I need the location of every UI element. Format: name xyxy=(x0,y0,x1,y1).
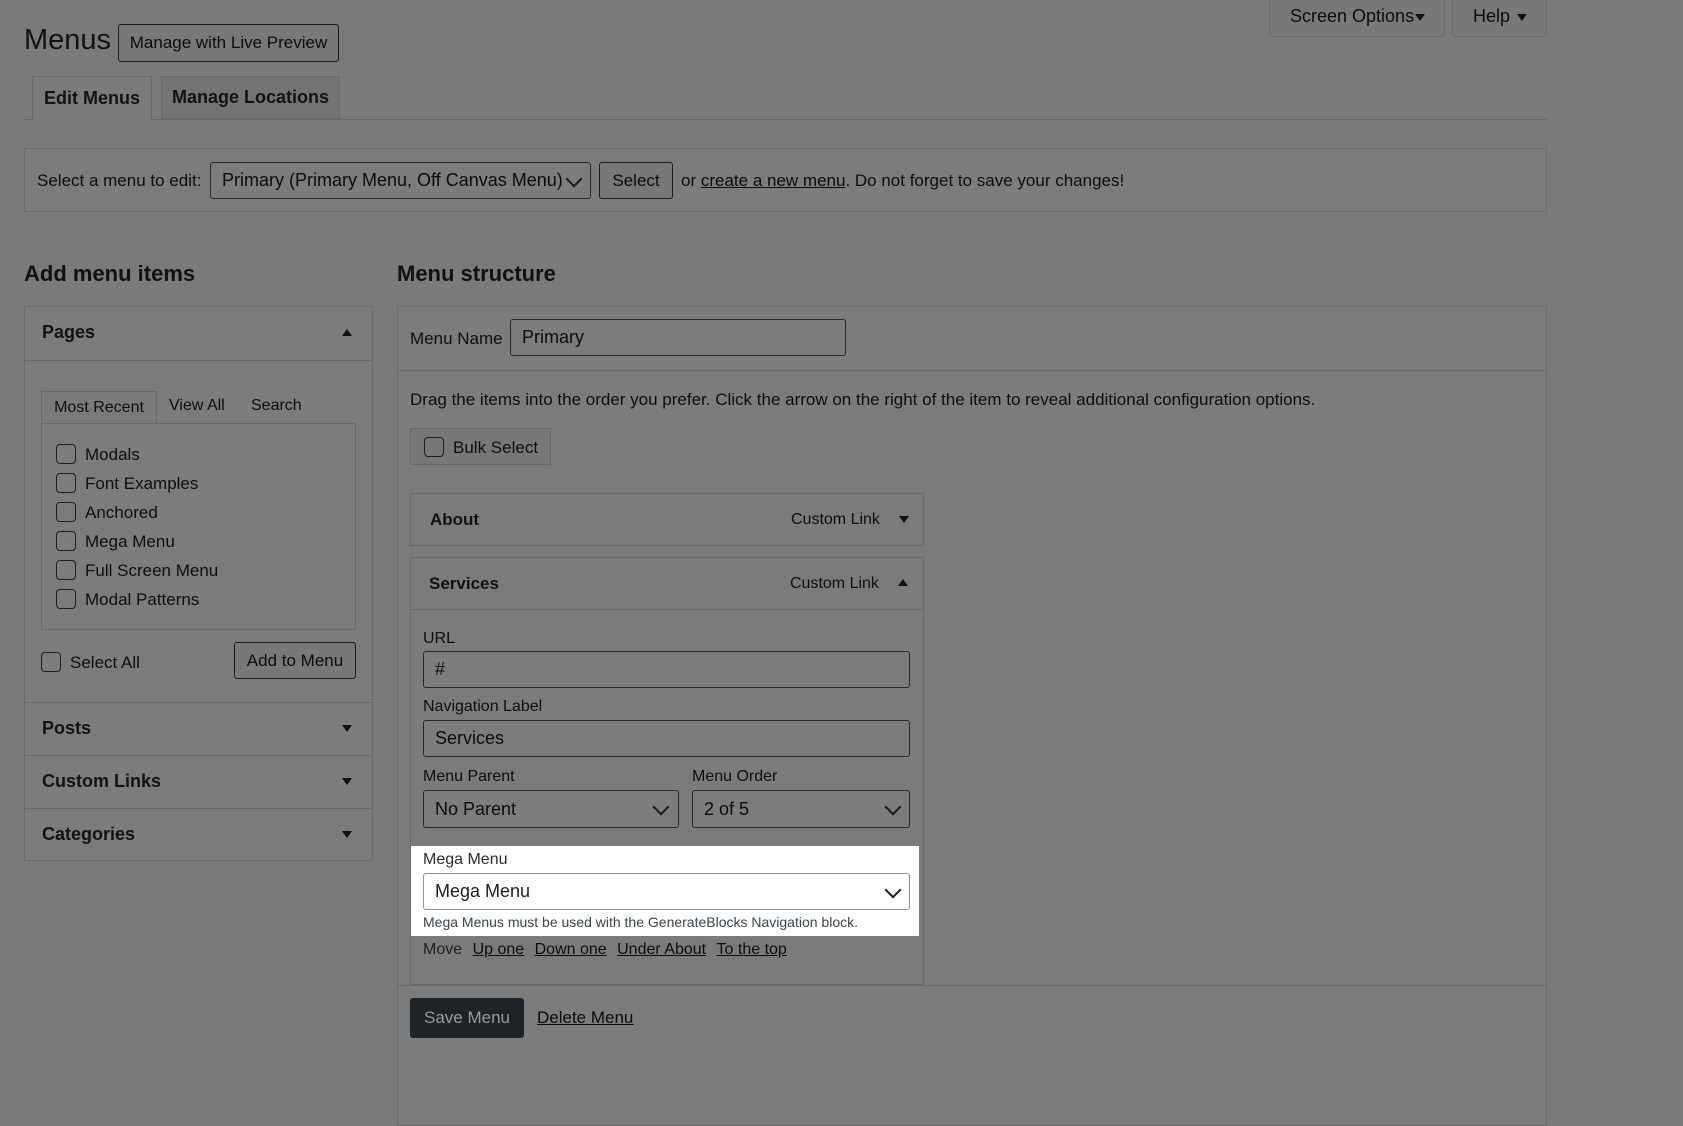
checkbox[interactable] xyxy=(56,444,76,464)
move-label: Move xyxy=(423,941,463,958)
menu-name-divider xyxy=(398,370,1546,371)
menu-structure-panel: Menu Name Primary Drag the items into th… xyxy=(397,306,1547,1126)
menu-item-services-header[interactable]: Services Custom Link xyxy=(411,558,923,609)
pages-header-divider xyxy=(25,360,372,361)
triangle-up-icon xyxy=(342,329,352,336)
live-preview-button[interactable]: Manage with Live Preview xyxy=(118,24,339,62)
checkbox[interactable] xyxy=(56,560,76,580)
menu-name-input[interactable]: Primary xyxy=(510,319,846,356)
url-label: URL xyxy=(423,630,456,647)
tab-view-all[interactable]: View All xyxy=(169,397,225,415)
add-menu-items-heading: Add menu items xyxy=(24,261,196,286)
footer-divider xyxy=(398,985,1546,986)
menu-item-title: Services xyxy=(429,574,499,593)
screen-options-label: Screen Options xyxy=(1290,6,1415,26)
select-all-checkbox[interactable] xyxy=(41,652,61,672)
move-under-about-link[interactable]: Under About xyxy=(617,941,706,958)
pages-section-header[interactable]: Pages xyxy=(25,307,372,360)
triangle-down-icon xyxy=(342,725,352,732)
select-menu-prompt: Select a menu to edit: xyxy=(37,171,202,190)
mega-menu-label: Mega Menu xyxy=(423,851,508,868)
triangle-down-icon xyxy=(1517,14,1527,21)
triangle-down-icon xyxy=(1415,14,1425,21)
triangle-down-icon[interactable] xyxy=(899,516,909,523)
checkbox[interactable] xyxy=(56,473,76,493)
menu-select-value: Primary (Primary Menu, Off Canvas Menu) xyxy=(222,170,563,190)
add-to-menu-button[interactable]: Add to Menu xyxy=(234,642,356,679)
delete-menu-link[interactable]: Delete Menu xyxy=(537,1008,633,1028)
mega-menu-field: Mega Menu Mega Menu Mega Menus must be u… xyxy=(411,846,919,936)
select-all-label: Select All xyxy=(70,653,140,672)
help-button[interactable]: Help xyxy=(1452,0,1547,37)
triangle-up-icon[interactable] xyxy=(898,579,908,586)
menu-select-bar: Select a menu to edit: Primary (Primary … xyxy=(24,148,1547,212)
pages-section-title: Pages xyxy=(42,322,96,342)
move-down-one-link[interactable]: Down one xyxy=(535,941,607,958)
chevron-down-icon xyxy=(652,798,670,816)
chevron-down-icon xyxy=(884,798,902,816)
move-up-one-link[interactable]: Up one xyxy=(473,941,525,958)
posts-section-header[interactable]: Posts xyxy=(25,703,372,755)
mega-menu-select[interactable]: Mega Menu xyxy=(423,873,910,910)
create-menu-text: or create a new menu. Do not forget to s… xyxy=(681,171,1125,190)
save-menu-button[interactable]: Save Menu xyxy=(410,998,524,1038)
url-input[interactable]: # xyxy=(423,651,910,688)
categories-section-header[interactable]: Categories xyxy=(25,809,372,861)
select-button[interactable]: Select xyxy=(599,162,673,199)
tab-manage-locations[interactable]: Manage Locations xyxy=(161,76,340,119)
menu-name-label: Menu Name xyxy=(410,329,503,348)
chevron-down-icon xyxy=(884,881,902,899)
tab-search[interactable]: Search xyxy=(251,397,302,415)
custom-links-section-header[interactable]: Custom Links xyxy=(25,756,372,808)
menu-item-about[interactable]: About Custom Link xyxy=(410,493,924,546)
navigation-label-input[interactable]: Services xyxy=(423,720,910,757)
menu-order-label: Menu Order xyxy=(692,768,778,785)
navigation-label-label: Navigation Label xyxy=(423,698,543,715)
move-to-top-link[interactable]: To the top xyxy=(717,941,787,958)
menu-item-type: Custom Link xyxy=(791,511,880,528)
tab-edit-menus[interactable]: Edit Menus xyxy=(32,76,152,120)
pages-list: Modals Font Examples Anchored Mega Menu … xyxy=(41,423,356,630)
menu-select-dropdown[interactable]: Primary (Primary Menu, Off Canvas Menu) xyxy=(210,162,591,199)
chevron-down-icon xyxy=(565,170,583,188)
menu-parent-label: Menu Parent xyxy=(423,768,515,785)
instructions-text: Drag the items into the order you prefer… xyxy=(410,390,1316,409)
active-tab-cover xyxy=(33,118,151,121)
checkbox[interactable] xyxy=(56,531,76,551)
screen-options-button[interactable]: Screen Options xyxy=(1269,0,1445,37)
tabs-divider xyxy=(24,119,1547,120)
mega-menu-note: Mega Menus must be used with the Generat… xyxy=(423,914,859,930)
menu-item-type: Custom Link xyxy=(790,575,879,592)
help-label: Help xyxy=(1473,6,1511,26)
tab-most-recent[interactable]: Most Recent xyxy=(41,391,157,424)
menu-parent-select[interactable]: No Parent xyxy=(423,790,679,828)
triangle-down-icon xyxy=(342,778,352,785)
add-items-accordion: Pages Most Recent View All Search Modals… xyxy=(24,306,373,861)
menu-structure-heading: Menu structure xyxy=(397,261,556,286)
page-title: Menus xyxy=(24,24,112,56)
menu-item-services: Services Custom Link URL # Navigation La… xyxy=(410,557,924,985)
menu-item-title: About xyxy=(430,510,480,529)
create-menu-link[interactable]: create a new menu xyxy=(701,171,846,190)
services-header-divider xyxy=(411,609,923,610)
checkbox[interactable] xyxy=(56,589,76,609)
menu-order-select[interactable]: 2 of 5 xyxy=(692,790,910,828)
checkbox[interactable] xyxy=(56,502,76,522)
bulk-select-toggle[interactable]: Bulk Select xyxy=(410,428,551,465)
move-controls: Move Up one Down one Under About To the … xyxy=(423,941,787,959)
bulk-select-checkbox[interactable] xyxy=(424,437,444,457)
triangle-down-icon xyxy=(342,831,352,838)
